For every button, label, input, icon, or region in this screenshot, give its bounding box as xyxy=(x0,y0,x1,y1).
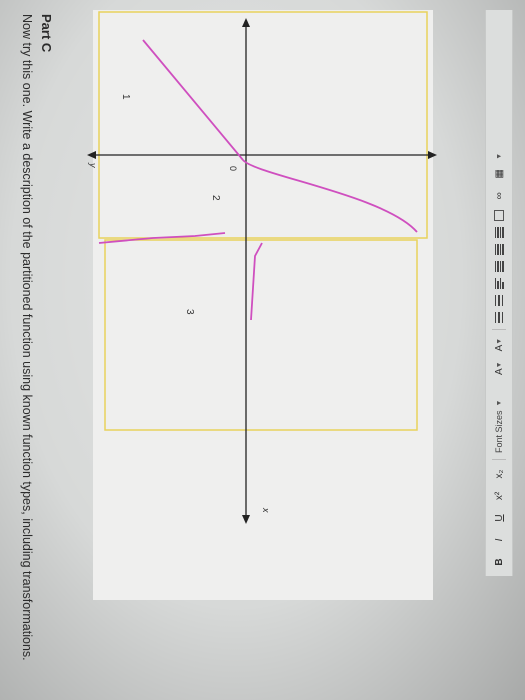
region-2-label: 2 xyxy=(210,195,221,201)
rotated-page: Part C Now try this one. Write a descrip… xyxy=(0,0,525,700)
align-center-icon[interactable] xyxy=(494,260,504,272)
superscript-button[interactable]: x² xyxy=(491,488,507,504)
bold-button[interactable]: B xyxy=(491,554,507,570)
highlight-color-button[interactable]: A ▼ xyxy=(491,336,507,354)
region-1-label: 1 xyxy=(120,94,131,100)
align-justify-icon[interactable] xyxy=(494,226,504,238)
region-3-label: 3 xyxy=(184,309,195,315)
table-icon[interactable]: ▦ xyxy=(491,166,507,182)
font-size-dropdown[interactable]: Font Sizes ▼ xyxy=(491,383,507,453)
piecewise-graph: 1 2 3 0 y x xyxy=(87,10,437,600)
editor-toolbar: B I U x² x₂ Font Sizes ▼ A ▼ A ▼ ∞ ▦ ▼ xyxy=(485,10,513,576)
toolbar-divider xyxy=(492,459,506,460)
align-left-icon[interactable] xyxy=(494,277,504,289)
font-color-button[interactable]: A ▼ xyxy=(491,359,507,377)
underline-button[interactable]: U xyxy=(491,510,507,526)
italic-button[interactable]: I xyxy=(491,532,507,548)
font-color-label: A xyxy=(493,368,505,375)
origin-label: 0 xyxy=(228,166,238,171)
chevron-down-icon: ▼ xyxy=(495,399,503,407)
subscript-button[interactable]: x₂ xyxy=(491,466,507,482)
highlight-label: A xyxy=(493,344,505,352)
toolbar-divider xyxy=(492,328,506,330)
chevron-down-icon: ▼ xyxy=(495,361,503,369)
chevron-down-icon[interactable]: ▼ xyxy=(496,153,503,160)
x-axis-label: x xyxy=(261,507,271,513)
y-axis-top-arrow xyxy=(87,151,96,159)
bulleted-list-icon[interactable] xyxy=(494,311,504,323)
numbered-list-icon[interactable] xyxy=(494,294,504,306)
font-size-label: Font Sizes xyxy=(494,410,504,453)
y-axis-label: y xyxy=(88,162,98,168)
chevron-down-icon: ▼ xyxy=(495,337,503,345)
align-right-icon[interactable] xyxy=(494,243,504,255)
image-icon[interactable] xyxy=(494,209,504,221)
link-icon[interactable]: ∞ xyxy=(491,188,507,204)
